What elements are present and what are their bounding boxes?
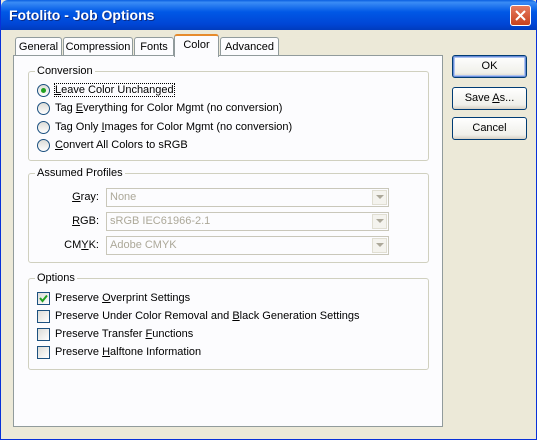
rgb-label: RGB: <box>72 215 99 227</box>
radio-button[interactable] <box>37 84 50 97</box>
tab-color[interactable]: Color <box>174 34 219 57</box>
radio-button[interactable] <box>37 139 50 152</box>
radio-label: Convert All Colors to sRGB <box>55 139 188 151</box>
options-group: Options Preserve Overprint Settings Pres… <box>28 272 429 370</box>
checkbox[interactable] <box>37 346 50 359</box>
cmyk-label: CMYK: <box>64 239 99 251</box>
radio-selected-dot <box>41 88 46 93</box>
chevron-down-icon <box>376 219 384 223</box>
window-title: Fotolito - Job Options <box>9 7 155 23</box>
radio-button[interactable] <box>37 102 50 115</box>
cmyk-profile-select[interactable]: Adobe CMYK <box>106 236 389 255</box>
color-tab-panel: Conversion Leave Color Unchanged Tag Eve… <box>13 55 443 427</box>
conversion-group: Conversion Leave Color Unchanged Tag Eve… <box>28 65 429 161</box>
radio-label: Tag Everything for Color Mgmt (no conver… <box>55 102 283 114</box>
close-icon <box>515 10 526 21</box>
tab-label: Fonts <box>140 41 168 53</box>
rgb-profile-value: sRGB IEC61966-2.1 <box>110 215 211 227</box>
save-as-button[interactable]: Save As... <box>452 87 527 110</box>
radio-label: Leave Color Unchanged <box>54 83 175 97</box>
checkbox[interactable] <box>37 292 50 305</box>
chevron-down-icon <box>376 243 384 247</box>
checkmark-icon <box>39 294 48 303</box>
tab-label: Compression <box>65 41 131 53</box>
assumed-profiles-legend: Assumed Profiles <box>35 167 125 179</box>
save-as-button-label: Save As... <box>464 92 515 104</box>
tab-general[interactable]: General <box>15 37 62 55</box>
tab-label: Color <box>183 39 210 51</box>
ok-button[interactable]: OK <box>452 55 527 78</box>
tab-advanced[interactable]: Advanced <box>220 37 279 55</box>
dropdown-arrow[interactable] <box>372 238 387 253</box>
checkbox[interactable] <box>37 328 50 341</box>
chevron-down-icon <box>376 195 384 199</box>
gray-profile-select[interactable]: None <box>106 188 389 207</box>
dialog-window: Fotolito - Job Options General Compressi… <box>0 0 537 440</box>
radio-label: Tag Only Images for Color Mgmt (no conve… <box>55 121 293 133</box>
tab-compression[interactable]: Compression <box>63 37 133 55</box>
gray-profile-value: None <box>110 191 137 203</box>
assumed-profiles-group: Assumed Profiles Gray: None RGB: sRGB IE… <box>28 167 429 263</box>
cancel-button[interactable]: Cancel <box>452 117 527 140</box>
radio-button[interactable] <box>37 121 50 134</box>
dropdown-arrow[interactable] <box>372 214 387 229</box>
checkbox-label: Preserve Halftone Information <box>55 346 202 358</box>
checkbox[interactable] <box>37 310 50 323</box>
checkbox-label: Preserve Under Color Removal and Black G… <box>55 310 360 322</box>
checkbox-label: Preserve Overprint Settings <box>55 292 191 304</box>
dropdown-arrow[interactable] <box>372 190 387 205</box>
cmyk-profile-value: Adobe CMYK <box>110 239 177 251</box>
title-bar[interactable]: Fotolito - Job Options <box>1 0 537 30</box>
checkbox-label: Preserve Transfer Functions <box>55 328 194 340</box>
tab-fonts[interactable]: Fonts <box>134 37 174 55</box>
close-button[interactable] <box>510 5 531 26</box>
options-legend: Options <box>35 272 77 284</box>
gray-label: Gray: <box>72 191 99 203</box>
rgb-profile-select[interactable]: sRGB IEC61966-2.1 <box>106 212 389 231</box>
conversion-legend: Conversion <box>35 65 95 77</box>
tab-label: General <box>18 41 59 53</box>
tab-label: Advanced <box>225 41 274 53</box>
ok-button-label: OK <box>481 60 498 72</box>
cancel-button-label: Cancel <box>472 122 507 134</box>
